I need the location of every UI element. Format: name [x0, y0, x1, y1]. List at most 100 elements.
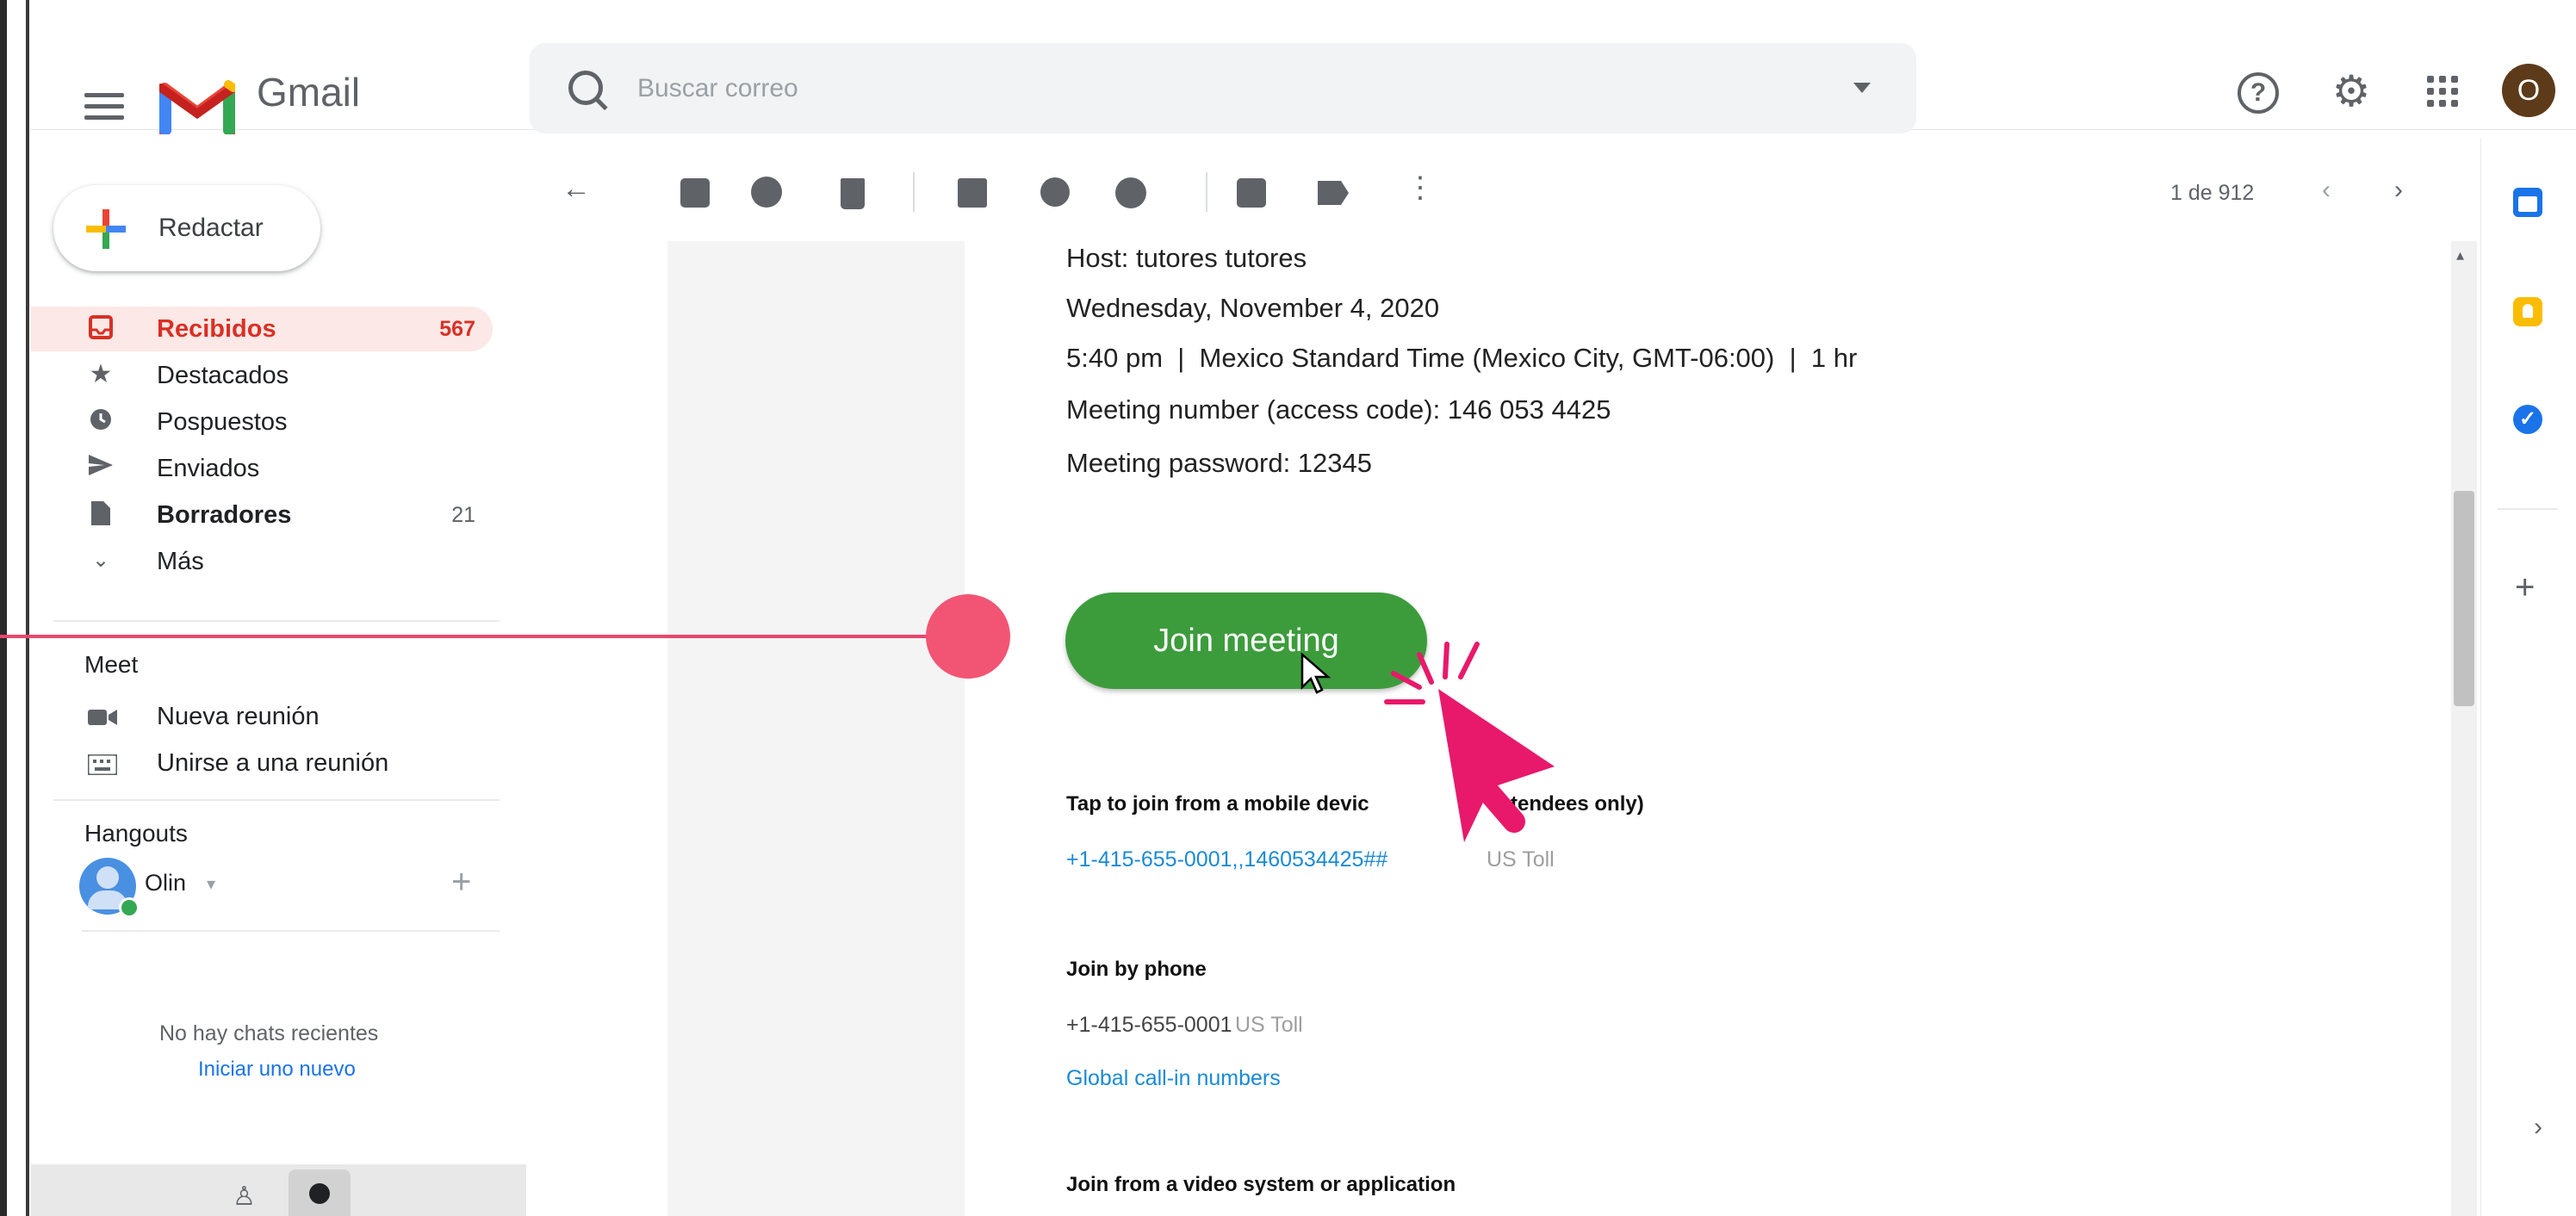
sidebar-item-label: Pospuestos [157, 408, 288, 436]
sidebar-item-recibidos[interactable]: Recibidos 567 [31, 307, 493, 351]
meet-item-label: Nueva reunión [157, 703, 320, 730]
global-call-in-link[interactable]: Global call-in numbers [1066, 1066, 1281, 1091]
sidebar-item-destacados[interactable]: ★ Destacados [53, 353, 493, 398]
sidebar-item-label: Borradores [157, 501, 292, 529]
chevron-down-icon: ⌄ [91, 549, 110, 572]
search-options-caret-icon[interactable] [1853, 83, 1871, 93]
clock-icon [88, 408, 114, 434]
phone-join-heading: Join by phone [1066, 958, 1207, 981]
start-chat-link[interactable]: Iniciar uno nuevo [198, 1058, 356, 1082]
video-join-heading: Join from a video system or application [1066, 1173, 1456, 1196]
toolbar-separator [913, 172, 915, 212]
sidebar-item-label: Enviados [157, 455, 260, 482]
sidebar-item-pospuestos[interactable]: Pospuestos [53, 400, 493, 444]
add-to-tasks-icon[interactable] [1115, 177, 1146, 208]
expand-panel-chevron-icon[interactable]: › [2534, 1113, 2542, 1142]
report-spam-icon[interactable] [751, 177, 782, 208]
no-chats-text: No hay chats recientes [159, 1021, 379, 1045]
sidebar-item-mas[interactable]: ⌄ Más [53, 539, 493, 584]
annotation-pointer-line [0, 635, 965, 638]
label-tag-icon[interactable] [1318, 181, 1349, 205]
older-chevron-icon[interactable]: › [2394, 176, 2403, 205]
sidebar-divider [53, 799, 500, 801]
main-menu-icon[interactable] [84, 93, 124, 120]
sidebar-divider [53, 620, 500, 622]
left-edge-bar [0, 0, 7, 1216]
keep-icon[interactable] [2513, 297, 2542, 326]
pager-text: 1 de 912 [2170, 181, 2255, 205]
scroll-up-arrow-icon[interactable]: ▴ [2456, 246, 2464, 264]
move-to-folder-icon[interactable] [1237, 178, 1266, 208]
draft-count: 21 [451, 503, 475, 527]
help-icon[interactable]: ? [2238, 72, 2279, 114]
meet-item-label: Unirse a una reunión [157, 749, 389, 777]
user-status-dropdown-icon[interactable]: ▾ [207, 873, 215, 895]
get-addons-plus-icon[interactable]: + [2515, 568, 2535, 607]
snooze-clock-icon[interactable] [1040, 177, 1070, 207]
toolbar-separator [1206, 172, 1207, 212]
email-scrollbar[interactable] [2451, 241, 2477, 1216]
hangouts-quote-icon [309, 1183, 330, 1204]
gmail-logo-icon [159, 80, 235, 134]
meeting-number-line: Meeting number (access code): 146 053 44… [1066, 394, 1611, 425]
star-icon: ★ [89, 360, 113, 388]
annotation-pointer-dot [926, 594, 1010, 679]
meet-join-meeting[interactable]: Unirse a una reunión [84, 746, 498, 785]
compose-label: Redactar [158, 214, 264, 242]
bottom-bar [31, 1164, 526, 1216]
keep-bulb [2523, 304, 2533, 318]
meet-section-title: Meet [84, 651, 139, 678]
inbox-icon [88, 315, 114, 341]
calendar-face [2518, 196, 2537, 212]
mobile-toll-label: US Toll [1487, 847, 1555, 872]
sidebar-item-enviados[interactable]: Enviados [53, 446, 493, 491]
avatar-head-shape [96, 866, 119, 889]
delete-trash-icon[interactable] [841, 178, 865, 209]
gear-icon[interactable]: ⚙ [2331, 70, 2372, 113]
compose-plus-icon [86, 209, 126, 249]
sidebar-item-label: Recibidos [157, 315, 276, 343]
hangouts-tab[interactable] [289, 1169, 351, 1216]
hangouts-section-title: Hangouts [84, 820, 188, 847]
sidebar-item-label: Destacados [157, 362, 289, 389]
calendar-icon[interactable] [2513, 188, 2542, 217]
archive-icon[interactable] [680, 178, 710, 208]
sidebar-item-label: Más [157, 548, 204, 575]
mouse-pointer-icon [1300, 653, 1331, 694]
tasks-icon[interactable]: ✓ [2513, 405, 2542, 434]
unread-count: 567 [439, 317, 475, 341]
search-input[interactable]: Buscar correo [637, 74, 798, 103]
back-arrow-icon[interactable]: ← [562, 172, 591, 206]
click-cursor-icon [1384, 642, 1555, 842]
sidebar-divider [82, 930, 500, 932]
date-line: Wednesday, November 4, 2020 [1066, 293, 1440, 323]
send-icon [88, 455, 114, 481]
apps-grid-icon[interactable] [2427, 76, 2458, 107]
mobile-join-heading: Tap to join from a mobile devic [1066, 792, 1369, 816]
sidebar-item-borradores[interactable]: Borradores 21 [53, 493, 493, 537]
phone-toll-label: US Toll [1235, 1013, 1303, 1037]
meet-new-meeting[interactable]: Nueva reunión [84, 699, 498, 739]
host-line: Host: tutores tutores [1066, 243, 1307, 273]
side-panel-divider [2498, 508, 2558, 510]
scrollbar-thumb[interactable] [2454, 491, 2474, 706]
draft-icon [88, 501, 114, 527]
mobile-join-link[interactable]: +1-415-655-0001,,1460534425## [1066, 847, 1387, 872]
keyboard-icon [88, 754, 117, 775]
contacts-person-icon[interactable]: ♙ [233, 1182, 256, 1212]
hangouts-user-avatar[interactable] [79, 858, 140, 918]
add-chat-plus-icon[interactable]: + [451, 863, 471, 902]
online-status-dot [119, 897, 140, 918]
phone-number: +1-415-655-0001 [1066, 1013, 1232, 1037]
more-options-icon[interactable]: ⋮ [1406, 171, 1435, 205]
time-line: 5:40 pm | Mexico Standard Time (Mexico C… [1066, 343, 1858, 373]
account-avatar[interactable]: O [2502, 64, 2555, 117]
newer-chevron-icon[interactable]: ‹ [2322, 176, 2331, 205]
hangouts-user-name[interactable]: Olin [145, 870, 186, 896]
video-icon [88, 710, 117, 725]
mark-unread-icon[interactable] [958, 178, 987, 208]
left-edge-line [26, 0, 29, 1216]
search-icon[interactable] [568, 71, 603, 105]
password-line: Meeting password: 12345 [1066, 448, 1373, 478]
app-name: Gmail [257, 70, 361, 115]
